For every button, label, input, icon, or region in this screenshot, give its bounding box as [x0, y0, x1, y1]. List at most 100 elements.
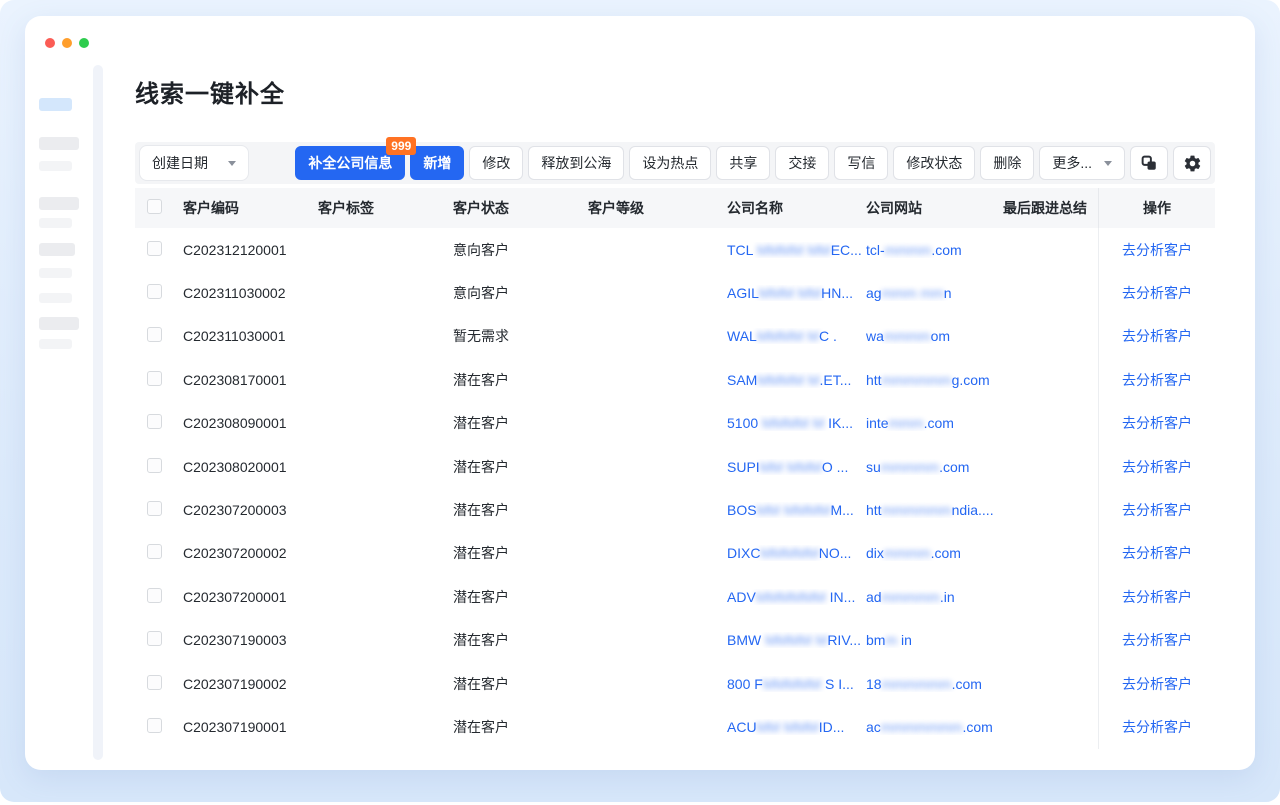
- company-website-link[interactable]: tcl-mmmm.com: [866, 242, 1003, 258]
- sidebar-item[interactable]: [39, 317, 79, 330]
- company-name-link[interactable]: SUPIMM MMMO ...: [727, 459, 866, 475]
- analyze-customer-link[interactable]: 去分析客户: [1122, 370, 1192, 390]
- window-controls: [45, 38, 89, 48]
- company-name-link[interactable]: BMW MMMM MRIV...: [727, 632, 866, 648]
- company-website-link[interactable]: 18mmmmmm.com: [866, 676, 1003, 692]
- row-checkbox[interactable]: [147, 718, 162, 733]
- toolbar-button-7[interactable]: 删除: [980, 146, 1034, 180]
- row-checkbox-cell: [135, 501, 183, 519]
- company-website-link[interactable]: acmmmmmmm.com: [866, 719, 1003, 735]
- company-website-link[interactable]: httmmmmmmg.com: [866, 372, 1003, 388]
- analyze-customer-link[interactable]: 去分析客户: [1122, 457, 1192, 477]
- redacted-text: MMM MM: [759, 285, 821, 301]
- company-website-link[interactable]: admmmmm.in: [866, 589, 1003, 605]
- company-website-link[interactable]: intemmm.com: [866, 415, 1003, 431]
- company-name-link[interactable]: 800 FMMMMM S I...: [727, 676, 866, 692]
- toolbar-button-6[interactable]: 修改状态: [893, 146, 975, 180]
- sidebar-item[interactable]: [39, 137, 79, 150]
- analyze-customer-link[interactable]: 去分析客户: [1122, 500, 1192, 520]
- sidebar-item-active[interactable]: [39, 98, 72, 111]
- table-row: C202311030001暂无需求WALMMMM MC .wammmmom去分析…: [135, 315, 1215, 358]
- visible-text: NO...: [819, 545, 852, 561]
- company-website-link[interactable]: httmmmmmmndia....: [866, 502, 1003, 518]
- company-website-link[interactable]: dixmmmm.com: [866, 545, 1003, 561]
- company-name-link[interactable]: TCL MMMM MMEC...: [727, 242, 866, 258]
- company-name-link[interactable]: DIXCMMMMMNO...: [727, 545, 866, 561]
- company-name-link[interactable]: AGILMMM MMHN...: [727, 285, 866, 301]
- table-header: 客户编码客户标签客户状态客户等级公司名称公司网站最后跟进总结操作: [135, 188, 1215, 228]
- row-checkbox[interactable]: [147, 458, 162, 473]
- row-checkbox[interactable]: [147, 327, 162, 342]
- action-cell: 去分析客户: [1098, 358, 1215, 401]
- row-checkbox[interactable]: [147, 631, 162, 646]
- row-checkbox[interactable]: [147, 588, 162, 603]
- row-checkbox[interactable]: [147, 371, 162, 386]
- analyze-customer-link[interactable]: 去分析客户: [1122, 283, 1192, 303]
- select-all-checkbox[interactable]: [147, 199, 162, 214]
- toolbar-button-4[interactable]: 交接: [775, 146, 829, 180]
- sidebar-item[interactable]: [39, 197, 79, 210]
- company-name-link[interactable]: WALMMMM MC .: [727, 328, 866, 344]
- redacted-text: mmmmmm: [882, 502, 952, 518]
- company-name-link[interactable]: SAMMMMM M.ET...: [727, 372, 866, 388]
- row-checkbox[interactable]: [147, 414, 162, 429]
- complete-company-info-button[interactable]: 补全公司信息 999: [295, 146, 405, 180]
- redacted-text: MM MMMM: [757, 502, 831, 518]
- complete-company-info-label: 补全公司信息: [308, 153, 392, 173]
- maximize-window-icon[interactable]: [79, 38, 89, 48]
- swap-view-button[interactable]: [1130, 146, 1168, 180]
- sidebar-item[interactable]: [39, 339, 72, 349]
- analyze-customer-link[interactable]: 去分析客户: [1122, 240, 1192, 260]
- company-name-link[interactable]: ACUMM MMMID...: [727, 719, 866, 735]
- company-website-link[interactable]: bmm in: [866, 632, 1003, 648]
- toolbar-button-2[interactable]: 设为热点: [629, 146, 711, 180]
- sidebar-item[interactable]: [39, 243, 75, 256]
- company-website-link[interactable]: wammmmom: [866, 328, 1003, 344]
- row-checkbox[interactable]: [147, 501, 162, 516]
- toolbar-button-0[interactable]: 修改: [469, 146, 523, 180]
- analyze-customer-link[interactable]: 去分析客户: [1122, 326, 1192, 346]
- analyze-customer-link[interactable]: 去分析客户: [1122, 674, 1192, 694]
- table-row: C202312120001意向客户TCL MMMM MMEC...tcl-mmm…: [135, 228, 1215, 271]
- toolbar-button-5[interactable]: 写信: [834, 146, 888, 180]
- visible-text: .com: [939, 459, 969, 475]
- toolbar-button-1[interactable]: 释放到公海: [528, 146, 624, 180]
- add-new-button[interactable]: 新增: [410, 146, 464, 180]
- company-website-link[interactable]: summmmm.com: [866, 459, 1003, 475]
- analyze-customer-link[interactable]: 去分析客户: [1122, 587, 1192, 607]
- row-checkbox[interactable]: [147, 675, 162, 690]
- company-name-link[interactable]: BOSMM MMMMM...: [727, 502, 866, 518]
- sidebar-item[interactable]: [39, 218, 72, 228]
- minimize-window-icon[interactable]: [62, 38, 72, 48]
- more-button[interactable]: 更多...: [1039, 146, 1125, 180]
- sidebar-item[interactable]: [39, 293, 72, 303]
- company-website-link[interactable]: agmmm mmn: [866, 285, 1003, 301]
- sidebar-item[interactable]: [39, 268, 72, 278]
- create-date-filter-dropdown[interactable]: 创建日期: [139, 145, 249, 181]
- redacted-text: mmm mm: [882, 285, 944, 301]
- analyze-customer-link[interactable]: 去分析客户: [1122, 543, 1192, 563]
- row-checkbox[interactable]: [147, 544, 162, 559]
- analyze-customer-link[interactable]: 去分析客户: [1122, 717, 1192, 737]
- table-row: C202308020001潜在客户SUPIMM MMMO ...summmmm.…: [135, 445, 1215, 488]
- close-window-icon[interactable]: [45, 38, 55, 48]
- column-header-1: 客户标签: [318, 198, 453, 218]
- analyze-customer-link[interactable]: 去分析客户: [1122, 413, 1192, 433]
- company-name-link[interactable]: ADVMMMMMM IN...: [727, 589, 866, 605]
- customer-code-cell: C202311030001: [183, 328, 318, 344]
- redacted-text: mmmmmm: [882, 372, 952, 388]
- sidebar-divider: [93, 65, 103, 760]
- row-checkbox-cell: [135, 718, 183, 736]
- company-name-link[interactable]: 5100 MMMM M IK...: [727, 415, 866, 431]
- toolbar-button-3[interactable]: 共享: [716, 146, 770, 180]
- customer-code-cell: C202307190003: [183, 632, 318, 648]
- redacted-text: mmm: [889, 415, 924, 431]
- column-header-2: 客户状态: [453, 198, 588, 218]
- row-checkbox[interactable]: [147, 241, 162, 256]
- settings-button[interactable]: [1173, 146, 1211, 180]
- redacted-text: MM MMM: [757, 719, 819, 735]
- analyze-customer-link[interactable]: 去分析客户: [1122, 630, 1192, 650]
- table-row: C202307190003潜在客户BMW MMMM MRIV...bmm in去…: [135, 619, 1215, 662]
- row-checkbox[interactable]: [147, 284, 162, 299]
- sidebar-item[interactable]: [39, 161, 72, 171]
